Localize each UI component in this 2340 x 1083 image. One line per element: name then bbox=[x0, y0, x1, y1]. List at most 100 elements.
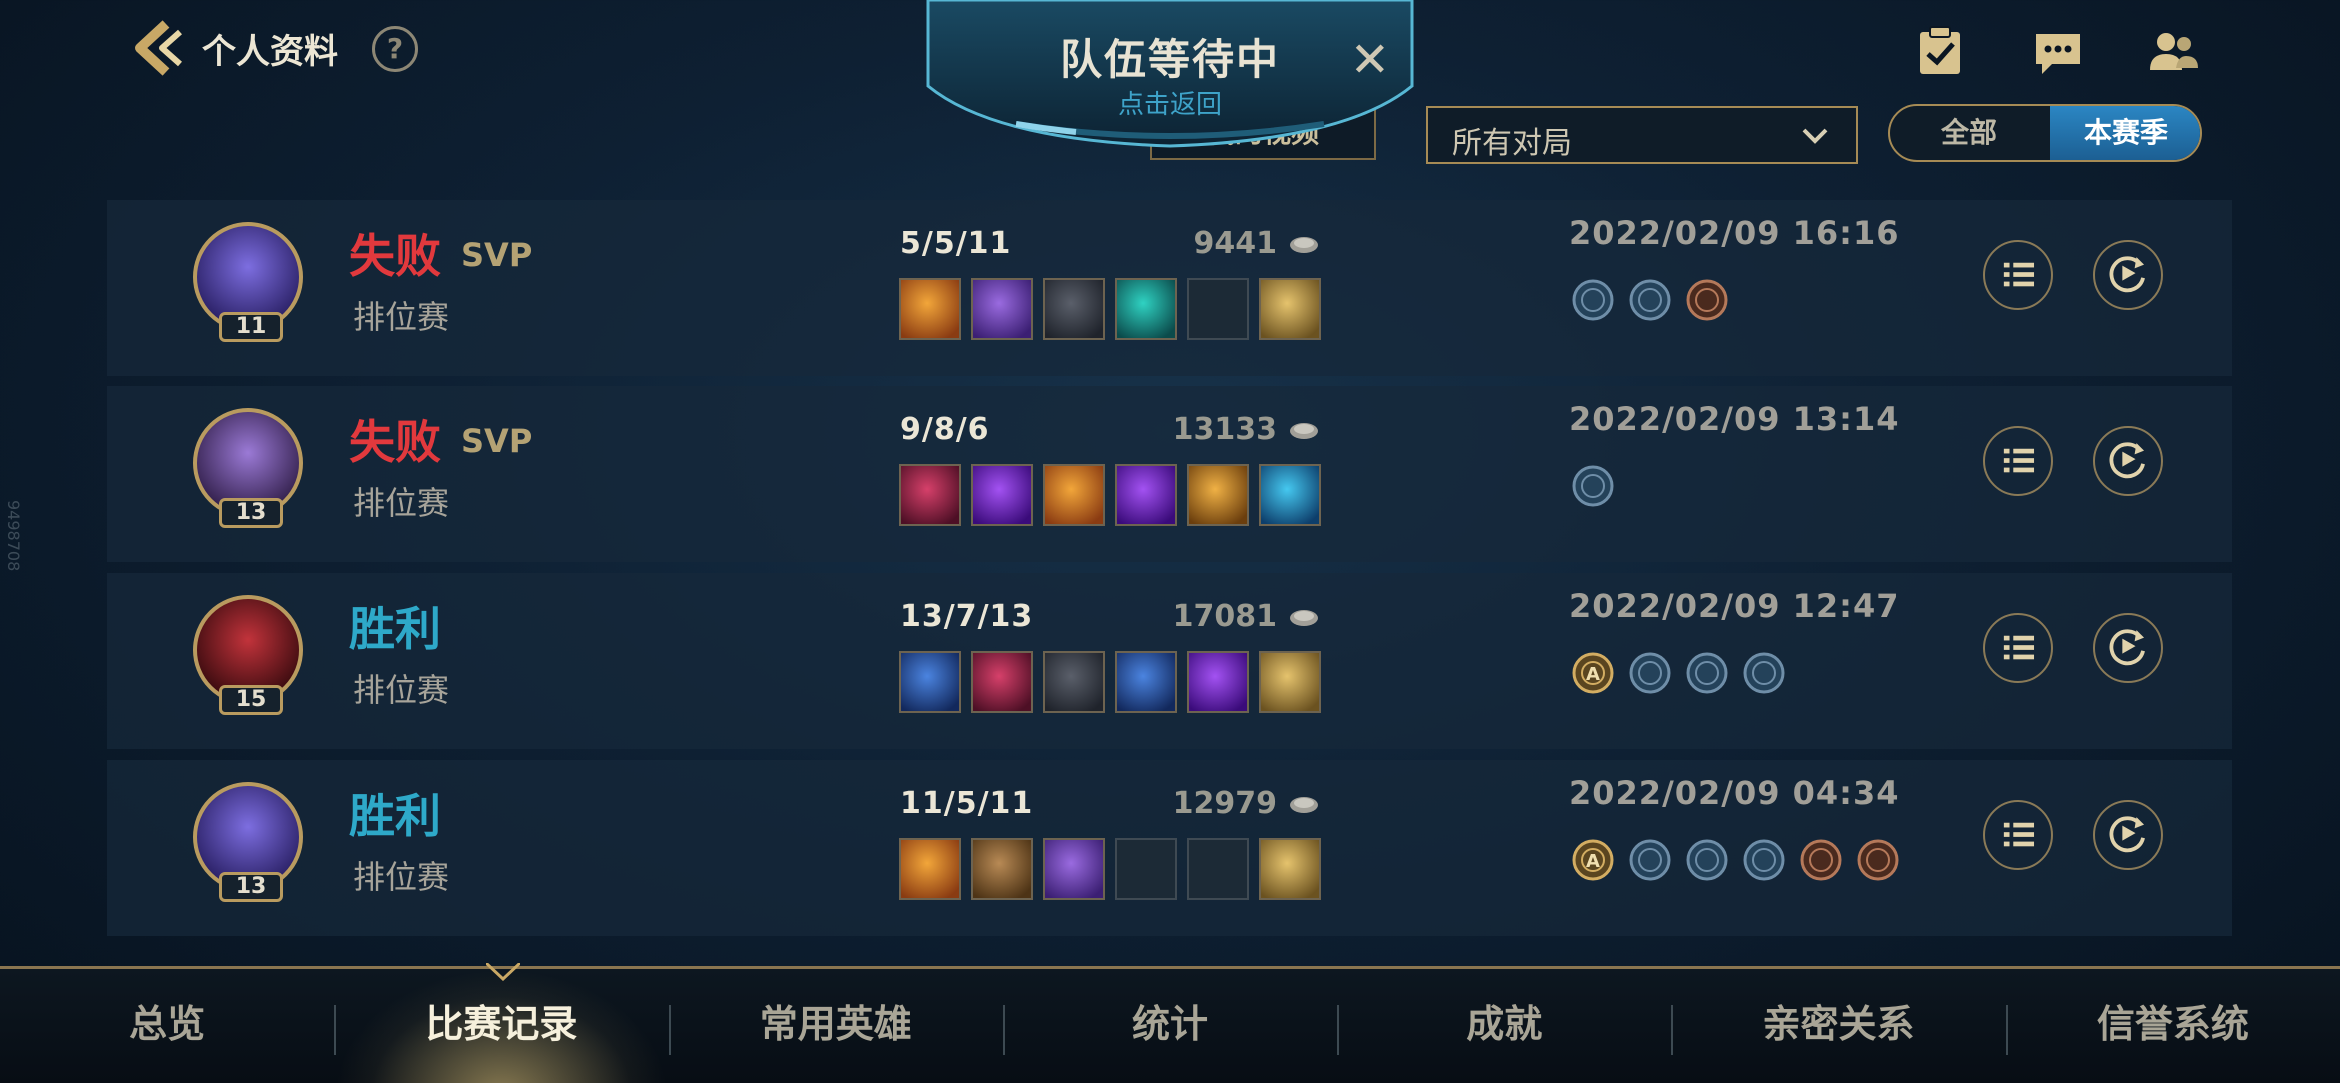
item-icon[interactable] bbox=[1259, 464, 1321, 526]
kda-text: 9/8/6 bbox=[900, 412, 990, 447]
back-arrow-icon[interactable] bbox=[128, 18, 188, 78]
match-row[interactable]: 11 失败 SVP 排位赛 5/5/11 9441 2022/02/09 16:16 bbox=[107, 200, 2232, 376]
gold-amount: 9441 bbox=[1193, 226, 1278, 261]
side-id-text: 9498708 bbox=[4, 500, 23, 572]
item-icon[interactable] bbox=[1259, 838, 1321, 900]
replay-icon bbox=[2109, 629, 2145, 666]
achievement-badge-icon[interactable] bbox=[1626, 649, 1674, 697]
toggle-this-season[interactable]: 本赛季 bbox=[2050, 106, 2200, 160]
season-toggle[interactable]: 全部 本赛季 bbox=[1888, 104, 2202, 162]
item-icon[interactable] bbox=[1115, 278, 1177, 340]
item-icon[interactable] bbox=[1043, 838, 1105, 900]
item-icon[interactable] bbox=[899, 278, 961, 340]
match-mode: 排位赛 bbox=[353, 671, 450, 709]
help-button[interactable]: ? bbox=[372, 26, 418, 72]
gold-amount: 12979 bbox=[1172, 786, 1277, 821]
item-icon[interactable] bbox=[899, 838, 961, 900]
empty-item-slot bbox=[1187, 278, 1249, 340]
match-row[interactable]: 15 胜利 排位赛 13/7/13 17081 2022/02/09 12:47 A bbox=[107, 573, 2232, 749]
achievement-badge-icon[interactable]: A bbox=[1569, 649, 1617, 697]
match-result: 失败 bbox=[349, 229, 441, 283]
nav-divider bbox=[1671, 1005, 1674, 1055]
item-icon[interactable] bbox=[971, 651, 1033, 713]
queue-return-link[interactable]: 点击返回 bbox=[926, 84, 1414, 121]
replay-button[interactable] bbox=[2093, 426, 2163, 496]
list-icon bbox=[2003, 822, 2035, 847]
item-icon[interactable] bbox=[1043, 651, 1105, 713]
toggle-all[interactable]: 全部 bbox=[1890, 106, 2048, 160]
achievement-badge-icon[interactable] bbox=[1797, 836, 1845, 884]
empty-item-slot bbox=[1115, 838, 1177, 900]
nav-divider bbox=[1337, 1005, 1340, 1055]
item-icon[interactable] bbox=[1043, 278, 1105, 340]
item-icon[interactable] bbox=[1187, 651, 1249, 713]
item-icon[interactable] bbox=[1115, 464, 1177, 526]
item-icon[interactable] bbox=[1259, 651, 1321, 713]
gold-amount: 13133 bbox=[1172, 412, 1277, 447]
achievement-badge-icon[interactable] bbox=[1740, 649, 1788, 697]
hero-level-badge: 13 bbox=[219, 872, 283, 902]
achievement-badge-icon[interactable] bbox=[1626, 836, 1674, 884]
nav-tab[interactable]: 亲密关系 bbox=[1671, 969, 2005, 1083]
chat-bubble-icon[interactable] bbox=[2030, 24, 2086, 80]
achievement-badge-icon[interactable] bbox=[1569, 462, 1617, 510]
item-icon[interactable] bbox=[1187, 464, 1249, 526]
achievement-badge-icon[interactable] bbox=[1683, 649, 1731, 697]
page-title: 个人资料 bbox=[202, 32, 338, 72]
achievement-badge-icon[interactable] bbox=[1626, 276, 1674, 324]
svg-text:A: A bbox=[1586, 664, 1600, 685]
nav-tab[interactable]: 总览 bbox=[0, 969, 334, 1083]
gold-coin-icon bbox=[1290, 237, 1318, 253]
match-row[interactable]: 13 胜利 排位赛 11/5/11 12979 2022/02/09 04:34 A bbox=[107, 760, 2232, 936]
item-icon[interactable] bbox=[899, 651, 961, 713]
friends-icon[interactable] bbox=[2146, 24, 2202, 80]
gold-coin-icon bbox=[1290, 423, 1318, 439]
list-icon bbox=[2003, 448, 2035, 473]
replay-button[interactable] bbox=[2093, 240, 2163, 310]
item-icon[interactable] bbox=[971, 278, 1033, 340]
hero-level-badge: 13 bbox=[219, 498, 283, 528]
match-mode: 排位赛 bbox=[353, 484, 450, 522]
achievement-badge-icon[interactable] bbox=[1569, 276, 1617, 324]
replay-button[interactable] bbox=[2093, 613, 2163, 683]
replay-icon bbox=[2109, 256, 2145, 293]
nav-tab[interactable]: 信誉系统 bbox=[2006, 969, 2340, 1083]
close-icon[interactable]: ✕ bbox=[1350, 36, 1390, 84]
nav-divider bbox=[2005, 1005, 2008, 1055]
item-icon[interactable] bbox=[899, 464, 961, 526]
achievement-badge-icon[interactable] bbox=[1854, 836, 1902, 884]
achievement-badge-icon[interactable] bbox=[1683, 276, 1731, 324]
nav-tab[interactable]: 成就 bbox=[1337, 969, 1671, 1083]
list-icon bbox=[2003, 635, 2035, 660]
filter-selected-value: 所有对局 bbox=[1452, 126, 1572, 161]
hero-level-badge: 15 bbox=[219, 685, 283, 715]
nav-tab[interactable]: 统计 bbox=[1003, 969, 1337, 1083]
match-filter-select[interactable]: 所有对局 bbox=[1426, 106, 1858, 164]
chevron-down-icon bbox=[1802, 128, 1828, 144]
item-icon[interactable] bbox=[971, 838, 1033, 900]
match-mode: 排位赛 bbox=[353, 298, 450, 336]
match-detail-button[interactable] bbox=[1983, 800, 2053, 870]
match-row[interactable]: 13 失败 SVP 排位赛 9/8/6 13133 2022/02/09 13:14 bbox=[107, 386, 2232, 562]
nav-tab[interactable]: 比赛记录 bbox=[334, 969, 669, 1083]
match-date: 2022/02/09 13:14 bbox=[1569, 400, 1900, 438]
svg-text:A: A bbox=[1586, 851, 1600, 872]
nav-tab[interactable]: 常用英雄 bbox=[669, 969, 1003, 1083]
match-date: 2022/02/09 16:16 bbox=[1569, 214, 1900, 252]
top-bar: 个人资料 ? 我的视频 队伍等待中 点击返回 ✕ 所有对局 全部 本赛季 bbox=[0, 0, 2340, 164]
kda-text: 5/5/11 bbox=[900, 226, 1012, 261]
match-detail-button[interactable] bbox=[1983, 240, 2053, 310]
achievement-badge-icon[interactable] bbox=[1683, 836, 1731, 884]
item-icon[interactable] bbox=[1259, 278, 1321, 340]
item-icon[interactable] bbox=[1043, 464, 1105, 526]
item-icon[interactable] bbox=[1115, 651, 1177, 713]
achievement-badge-icon[interactable]: A bbox=[1569, 836, 1617, 884]
replay-button[interactable] bbox=[2093, 800, 2163, 870]
task-clipboard-icon[interactable] bbox=[1912, 24, 1968, 80]
match-result: 胜利 bbox=[349, 789, 441, 843]
item-icon[interactable] bbox=[971, 464, 1033, 526]
achievement-badge-icon[interactable] bbox=[1740, 836, 1788, 884]
match-detail-button[interactable] bbox=[1983, 613, 2053, 683]
match-detail-button[interactable] bbox=[1983, 426, 2053, 496]
queue-waiting-panel[interactable]: 队伍等待中 点击返回 ✕ bbox=[926, 0, 1414, 130]
